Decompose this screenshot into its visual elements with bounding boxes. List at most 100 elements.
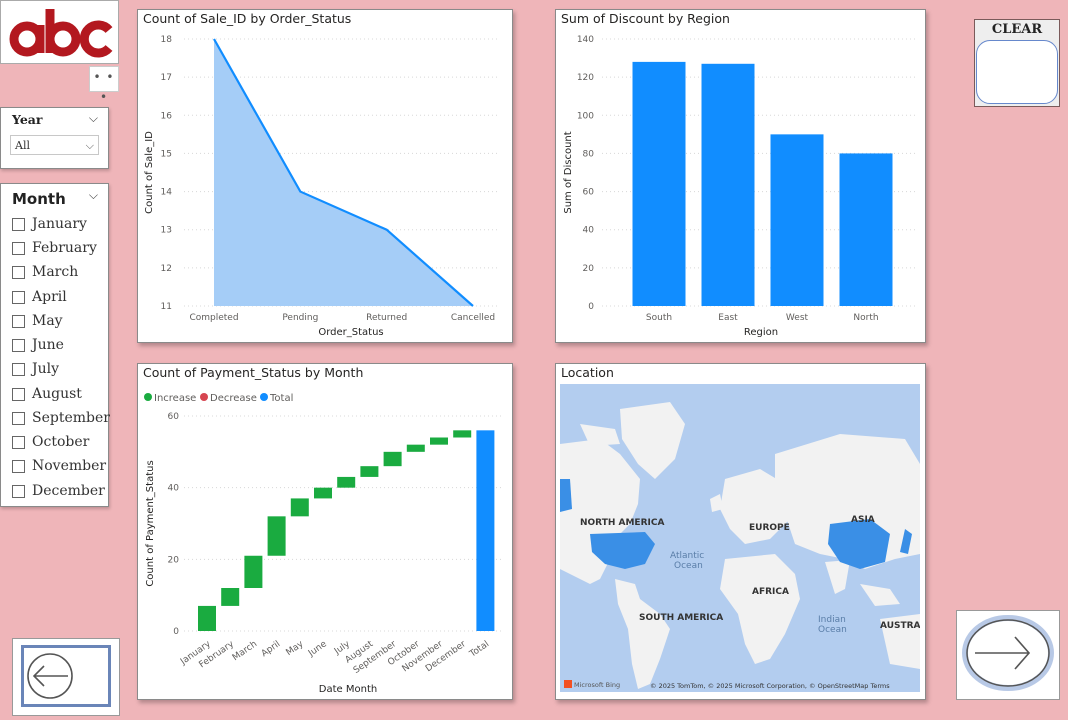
chevron-down-icon[interactable]: ⌵ [89,188,98,203]
more-options-button[interactable]: • • • [89,66,119,104]
increase-bar[interactable] [453,430,472,438]
chevron-down-icon: ⌵ [85,139,94,152]
month-label: June [32,337,64,353]
x-tick-label: March [231,639,259,663]
map-label: EUROPE [749,523,790,533]
x-axis-label: Date Month [319,684,377,695]
increase-bar[interactable] [267,516,286,556]
month-label: May [32,313,63,329]
map-label: AFRICA [752,587,789,597]
increase-bar[interactable] [290,498,309,517]
checkbox[interactable] [12,290,25,304]
discount-region-chart[interactable]: Sum of Discount by Region 0 20 40 60 80 100 12… [555,9,926,343]
y-tick-label: 0 [173,627,179,637]
checkbox[interactable] [12,435,25,449]
y-tick-label: 60 [168,412,180,422]
bar[interactable] [632,61,686,307]
area-chart-svg: 11 12 13 14 15 16 17 18 Completed Pending Returned… [144,35,498,338]
x-tick-label: Total [467,639,491,660]
waterfall-chart-svg: Increase Decrease Total0204060JanuaryFebru… [144,393,502,695]
checkbox[interactable] [12,265,25,279]
microsoft-logo-icon [564,680,572,688]
month-option[interactable]: May [12,311,63,331]
checkbox[interactable] [12,411,25,425]
y-tick-label: 18 [161,35,173,45]
increase-bar[interactable] [406,444,425,452]
map-brand: Microsoft Bing [574,681,620,689]
back-button[interactable] [12,638,120,716]
legend-label: Increase [154,393,196,404]
increase-bar[interactable] [360,466,379,477]
month-label: September [32,410,110,426]
month-option[interactable]: January [12,214,87,234]
month-option[interactable]: July [12,359,59,379]
year-dropdown[interactable]: All ⌵ [10,135,99,155]
year-dropdown-value: All [15,139,30,152]
payment-status-chart[interactable]: Count of Payment_Status by Month Increas… [137,363,513,700]
clear-shape[interactable] [976,40,1058,104]
alaska-highlight[interactable] [560,479,572,512]
month-label: February [32,240,97,256]
month-option[interactable]: April [12,287,67,307]
month-label: November [32,458,107,474]
checkbox[interactable] [12,387,25,401]
clear-button[interactable]: CLEAR [974,19,1060,107]
increase-bar[interactable] [198,605,216,631]
order-status-chart[interactable]: Count of Sale_ID by Order_Status 11 12 13 1… [137,9,513,343]
month-label: October [32,434,90,450]
legend-marker [200,393,208,401]
x-tick-label: South [646,313,672,323]
next-button[interactable] [956,610,1060,700]
month-option[interactable]: February [12,238,97,258]
increase-bar[interactable] [337,476,356,488]
abc-logo-icon [1,1,118,63]
chevron-down-icon[interactable]: ⌵ [89,111,98,126]
month-option[interactable]: March [12,262,78,282]
y-tick-label: 0 [588,302,594,312]
increase-bar[interactable] [383,451,402,467]
y-axis-label: Sum of Discount [563,131,574,213]
x-tick-label: Completed [189,313,238,323]
month-option[interactable]: December [12,481,105,501]
map-label: NORTH AMERICA [580,518,664,528]
legend-label: Decrease [210,393,257,404]
location-map-visual[interactable]: Location NORTH AMERICA EUROPE ASIA Atlan… [555,363,926,700]
checkbox[interactable] [12,241,25,255]
month-option[interactable]: June [12,335,64,355]
world-map-svg: NORTH AMERICA EUROPE ASIA Atlantic Ocean… [560,402,920,690]
y-tick-label: 15 [161,149,172,159]
checkbox[interactable] [12,217,25,231]
checkbox[interactable] [12,459,25,473]
increase-bar[interactable] [314,487,332,499]
checkbox[interactable] [12,338,25,352]
checkbox[interactable] [12,484,25,498]
checkbox[interactable] [12,362,25,376]
increase-bar[interactable] [244,555,263,588]
month-option[interactable]: November [12,456,106,476]
increase-bar[interactable] [430,437,448,445]
checkbox[interactable] [12,314,25,328]
map-label: Atlantic [670,551,704,561]
map-canvas[interactable]: NORTH AMERICA EUROPE ASIA Atlantic Ocean… [560,384,920,692]
map-attribution[interactable]: © 2025 TomTom, © 2025 Microsoft Corporat… [650,682,890,690]
bar[interactable] [701,63,755,306]
year-slicer-header: Year [12,112,43,127]
y-tick-label: 11 [161,302,172,312]
month-option[interactable]: September [12,408,110,428]
total-bar[interactable] [476,430,495,631]
bar[interactable] [839,153,893,306]
month-option[interactable]: August [12,384,82,404]
legend-label: Total [269,393,293,404]
month-option[interactable]: October [12,432,89,452]
bar[interactable] [770,134,824,306]
month-slicer: Month ⌵ January February March April May… [0,183,110,507]
month-label: August [32,386,82,402]
back-button-frame[interactable] [21,645,111,707]
y-tick-label: 13 [161,226,172,236]
month-label: April [32,289,67,305]
month-slicer-header: Month [12,190,66,208]
map-label: Ocean [674,561,703,571]
increase-bar[interactable] [221,588,240,606]
year-slicer: Year ⌵ All ⌵ [0,107,109,169]
x-tick-label: April [260,639,283,659]
